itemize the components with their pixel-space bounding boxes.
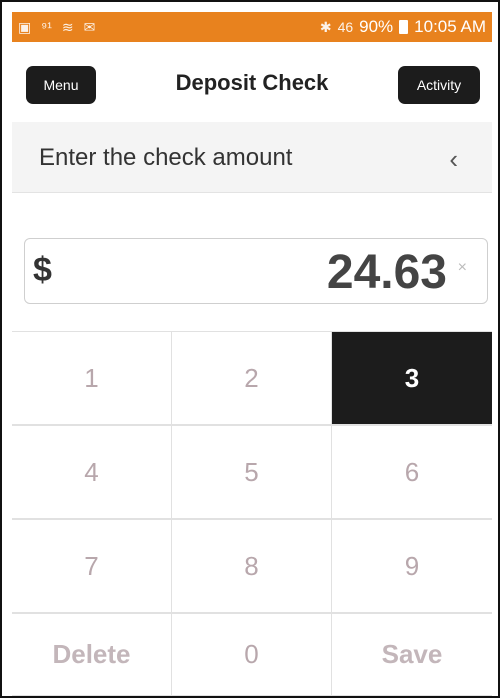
signal-icon: 46 [337, 19, 354, 35]
save-button[interactable]: Save [332, 613, 492, 696]
instruction-text: Enter the check amount [39, 144, 293, 171]
status-bar: ▣ ⁹¹ ≋ ✉ ✱ 46 90% 10:05 AM [12, 12, 492, 42]
battery-percent: 90% [359, 17, 394, 36]
amount-value: 24.63 [326, 246, 447, 299]
keypad: 1 2 3 4 5 6 7 8 9 Delete 0 Save [12, 331, 492, 696]
mail-icon: ✉ [83, 18, 96, 35]
key-7[interactable]: 7 [12, 519, 172, 613]
wifi-icon: ≋ [61, 18, 74, 35]
status-time: 10:05 AM [414, 17, 486, 36]
key-2[interactable]: 2 [172, 331, 332, 425]
bluetooth-icon: ✱ [319, 18, 332, 35]
key-8[interactable]: 8 [172, 519, 332, 613]
notification-icon: ⁹¹ [41, 19, 52, 35]
key-5[interactable]: 5 [172, 425, 332, 519]
instruction-bar: Enter the check amount ‹ [12, 122, 492, 193]
currency-symbol: $ [33, 251, 52, 289]
key-9[interactable]: 9 [332, 519, 492, 613]
key-3[interactable]: 3 [332, 331, 492, 425]
key-4[interactable]: 4 [12, 425, 172, 519]
delete-button[interactable]: Delete [12, 613, 172, 696]
key-1[interactable]: 1 [12, 331, 172, 425]
clear-icon[interactable]: × [458, 259, 467, 277]
amount-field[interactable]: $ 24.63 × [24, 238, 488, 304]
key-0[interactable]: 0 [172, 613, 332, 696]
chevron-left-icon[interactable]: ‹ [449, 144, 458, 175]
activity-button[interactable]: Activity [398, 66, 480, 104]
key-6[interactable]: 6 [332, 425, 492, 519]
battery-icon [399, 20, 409, 34]
gallery-icon: ▣ [18, 18, 32, 35]
app-header: Menu Deposit Check Activity [12, 42, 492, 123]
